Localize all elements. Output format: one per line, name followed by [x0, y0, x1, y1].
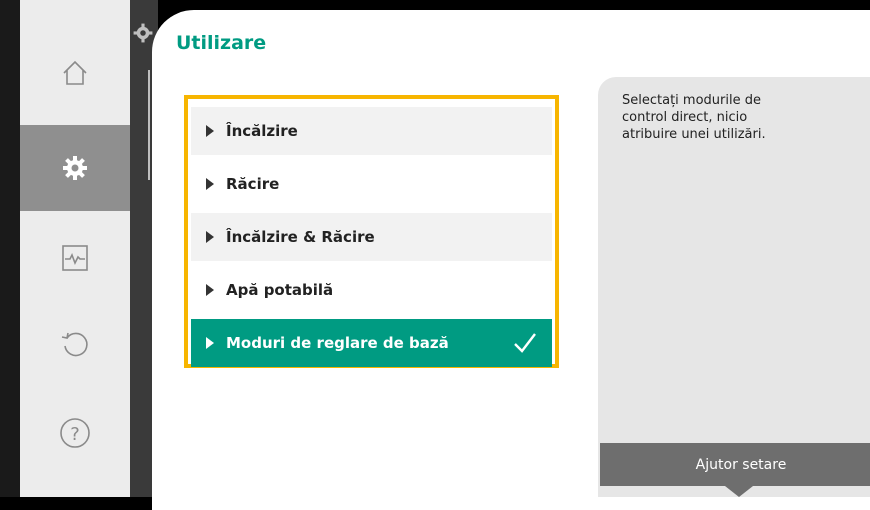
option-basic-control-modes[interactable]: Moduri de reglare de bază: [191, 319, 552, 367]
arrow-right-icon: [206, 178, 214, 190]
monitor-icon: [62, 245, 88, 271]
option-heating-cooling[interactable]: Încălzire & Răcire: [191, 213, 552, 261]
gear-icon: [63, 156, 87, 180]
option-label: Moduri de reglare de bază: [226, 334, 449, 352]
rail-item-help[interactable]: ?: [20, 390, 130, 476]
previous-screen-divider: [148, 70, 150, 180]
undo-icon: [61, 332, 88, 357]
checkmark-icon: [514, 333, 536, 353]
option-label: Încălzire & Răcire: [226, 228, 375, 246]
arrow-right-icon: [206, 231, 214, 243]
rail-item-undo[interactable]: [20, 300, 130, 386]
navigation-rail: ?: [20, 0, 130, 497]
help-text: Selectați modurile de control direct, ni…: [622, 93, 766, 142]
usage-option-list: Încălzire Răcire Încălzire & Răcire Apă …: [184, 95, 559, 368]
arrow-right-icon: [206, 284, 214, 296]
option-cooling[interactable]: Răcire: [191, 160, 552, 208]
option-label: Apă potabilă: [226, 281, 334, 299]
option-heating[interactable]: Încălzire: [191, 107, 552, 155]
arrow-right-icon: [206, 337, 214, 349]
svg-text:?: ?: [70, 424, 80, 445]
home-icon: [63, 60, 87, 85]
help-button-pointer: [725, 486, 753, 497]
gear-icon: [133, 23, 153, 43]
option-potable-water[interactable]: Apă potabilă: [191, 266, 552, 314]
rail-item-monitor[interactable]: [20, 215, 130, 301]
page-title: Utilizare: [176, 32, 267, 54]
help-icon: ?: [60, 418, 90, 448]
rail-item-home[interactable]: [20, 30, 130, 116]
option-label: Încălzire: [226, 122, 298, 140]
left-bezel: [0, 0, 20, 497]
rail-item-settings[interactable]: [20, 125, 130, 211]
setup-help-button[interactable]: Ajutor setare: [600, 443, 870, 486]
option-label: Răcire: [226, 175, 280, 193]
arrow-right-icon: [206, 125, 214, 137]
